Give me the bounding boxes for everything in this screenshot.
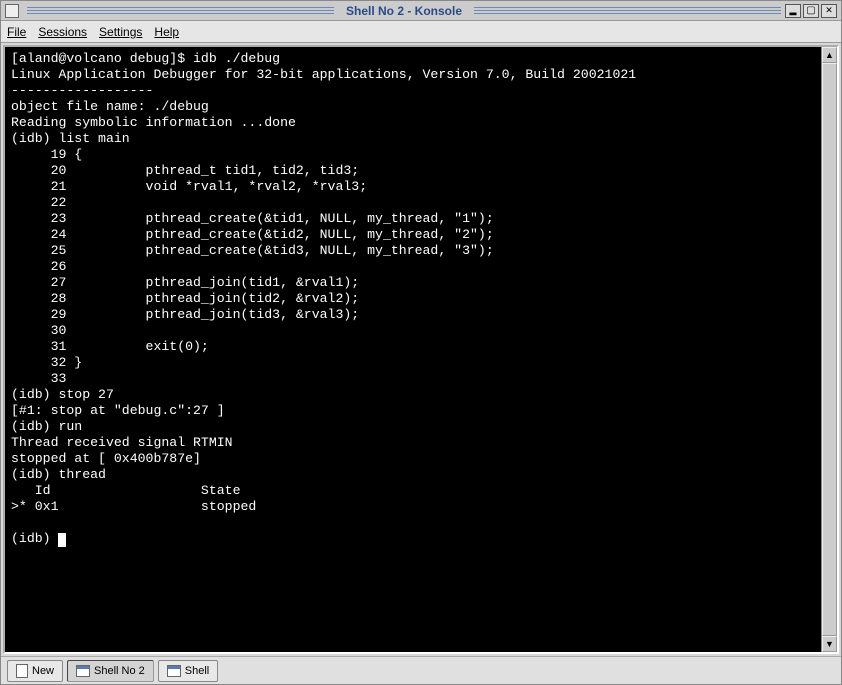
terminal-icon <box>76 665 90 677</box>
term-line: 28 pthread_join(tid2, &rval2); <box>11 291 359 306</box>
system-menu-icon[interactable] <box>5 4 19 18</box>
term-line: 32 } <box>11 355 82 370</box>
terminal-icon <box>167 665 181 677</box>
tab-label: Shell No 2 <box>94 665 145 677</box>
session-tabbar: New Shell No 2 Shell <box>1 656 841 684</box>
titlebar-texture-left <box>27 7 334 15</box>
term-line: 26 <box>11 259 74 274</box>
scroll-down-button[interactable]: ▼ <box>822 636 837 652</box>
new-tab-icon <box>16 664 28 678</box>
term-line: 21 void *rval1, *rval2, *rval3; <box>11 179 367 194</box>
term-line: Reading symbolic information ...done <box>11 115 296 130</box>
new-tab-label: New <box>32 665 54 677</box>
term-line: stopped at [ 0x400b787e] <box>11 451 201 466</box>
term-line: 22 <box>11 195 74 210</box>
titlebar-fill: Shell No 2 - Konsole <box>23 4 785 18</box>
term-line: (idb) run <box>11 419 82 434</box>
term-line: 20 pthread_t tid1, tid2, tid3; <box>11 163 359 178</box>
window-controls <box>785 4 837 18</box>
menu-settings[interactable]: Settings <box>99 25 142 39</box>
tab-label: Shell <box>185 665 209 677</box>
close-button[interactable] <box>821 4 837 18</box>
cursor-icon <box>58 533 66 547</box>
term-line: 27 pthread_join(tid1, &rval1); <box>11 275 359 290</box>
tab-shell[interactable]: Shell <box>158 660 218 682</box>
term-line: 29 pthread_join(tid3, &rval3); <box>11 307 359 322</box>
term-line: 25 pthread_create(&tid3, NULL, my_thread… <box>11 243 494 258</box>
menu-help[interactable]: Help <box>154 25 179 39</box>
term-line: (idb) <box>11 531 58 546</box>
new-tab-button[interactable]: New <box>7 660 63 682</box>
term-line: 24 pthread_create(&tid2, NULL, my_thread… <box>11 227 494 242</box>
term-line: (idb) list main <box>11 131 130 146</box>
vertical-scrollbar[interactable]: ▲ ▼ <box>821 47 837 652</box>
terminal[interactable]: [aland@volcano debug]$ idb ./debug Linux… <box>5 47 821 652</box>
term-line: >* 0x1 stopped <box>11 499 256 514</box>
menubar: File Sessions Settings Help <box>1 21 841 43</box>
term-line: 31 exit(0); <box>11 339 209 354</box>
term-line: 30 <box>11 323 74 338</box>
terminal-frame: [aland@volcano debug]$ idb ./debug Linux… <box>3 45 839 654</box>
titlebar[interactable]: Shell No 2 - Konsole <box>1 1 841 21</box>
term-line: 33 <box>11 371 74 386</box>
term-line: Thread received signal RTMIN <box>11 435 233 450</box>
term-line: ------------------ <box>11 83 153 98</box>
tab-shell-no-2[interactable]: Shell No 2 <box>67 660 154 682</box>
term-line: 19 { <box>11 147 82 162</box>
window-title: Shell No 2 - Konsole <box>344 4 464 18</box>
term-line: Id State <box>11 483 241 498</box>
scroll-track[interactable] <box>822 63 837 636</box>
term-line: (idb) thread <box>11 467 106 482</box>
app-window: Shell No 2 - Konsole File Sessions Setti… <box>0 0 842 685</box>
term-line: 23 pthread_create(&tid1, NULL, my_thread… <box>11 211 494 226</box>
titlebar-texture-right <box>474 7 781 15</box>
maximize-button[interactable] <box>803 4 819 18</box>
menu-file[interactable]: File <box>7 25 26 39</box>
term-line: (idb) stop 27 <box>11 387 114 402</box>
term-line: Linux Application Debugger for 32-bit ap… <box>11 67 636 82</box>
term-line: [#1: stop at "debug.c":27 ] <box>11 403 225 418</box>
term-line: object file name: ./debug <box>11 99 209 114</box>
term-line: [aland@volcano debug]$ idb ./debug <box>11 51 280 66</box>
scroll-up-button[interactable]: ▲ <box>822 47 837 63</box>
scroll-thumb[interactable] <box>822 63 837 636</box>
menu-sessions[interactable]: Sessions <box>38 25 87 39</box>
minimize-button[interactable] <box>785 4 801 18</box>
